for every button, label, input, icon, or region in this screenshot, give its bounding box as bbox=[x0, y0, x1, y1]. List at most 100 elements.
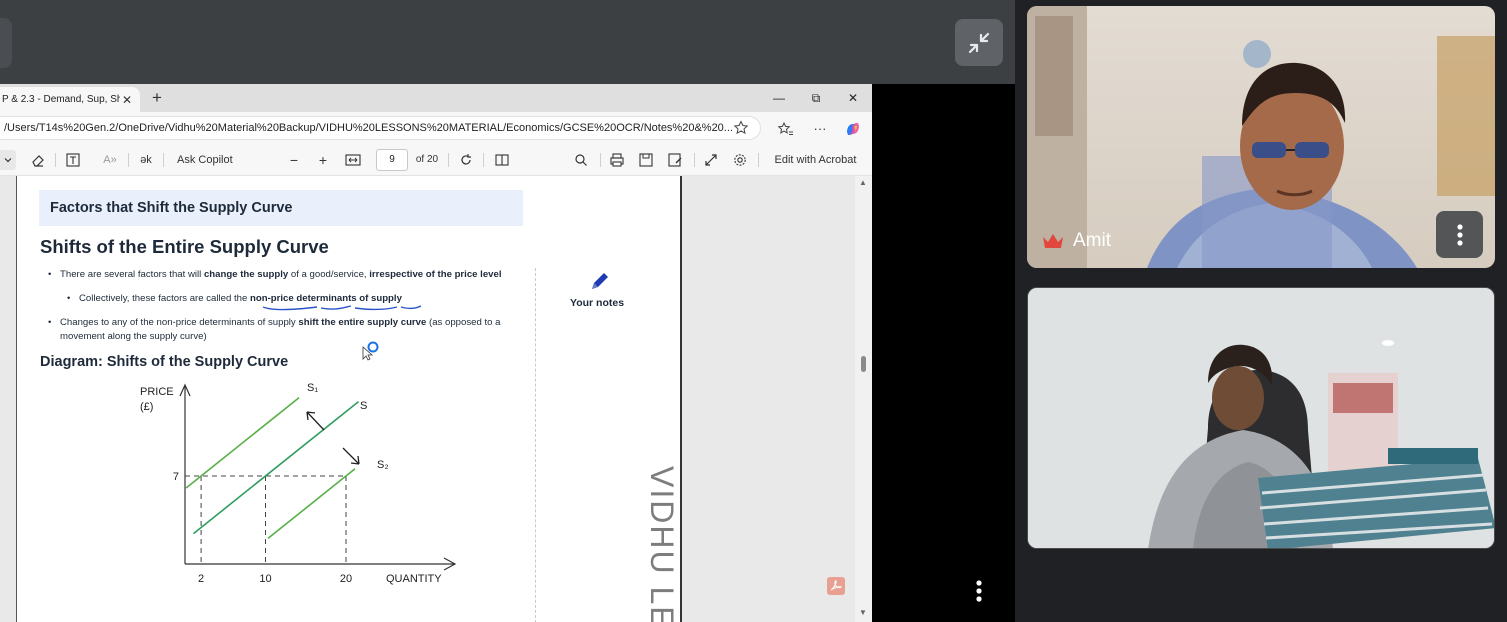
toolbar-separator bbox=[483, 153, 484, 167]
bullet-2-bold: shift the entire supply curve bbox=[298, 317, 427, 328]
save-icon[interactable] bbox=[638, 151, 654, 169]
supply-line-s1 bbox=[185, 396, 300, 489]
favorites-icon[interactable] bbox=[776, 120, 794, 138]
participant-tile-amit[interactable]: Amit bbox=[1027, 6, 1495, 268]
address-bar-row: /Users/T14s%20Gen.2/OneDrive/Vidhu%20Mat… bbox=[0, 112, 872, 144]
share-more-options-button[interactable] bbox=[971, 578, 987, 604]
eraser-icon[interactable] bbox=[30, 151, 46, 169]
ask-copilot-button[interactable]: Ask Copilot bbox=[177, 151, 247, 169]
tab-close-icon[interactable]: ✕ bbox=[120, 93, 134, 107]
handwritten-underline bbox=[262, 305, 422, 311]
zoom-in-button[interactable]: + bbox=[315, 151, 331, 169]
vertical-scrollbar[interactable]: ▲ ▼ bbox=[855, 176, 872, 622]
supply-line-s bbox=[193, 400, 359, 535]
minimize-button[interactable]: — bbox=[769, 88, 789, 108]
diagram-heading: Diagram: Shifts of the Supply Curve bbox=[40, 354, 289, 370]
zoom-out-button[interactable]: − bbox=[286, 151, 302, 169]
x-tick-label: 10 bbox=[259, 573, 271, 585]
notes-divider bbox=[535, 268, 536, 622]
fullscreen-icon[interactable] bbox=[703, 151, 719, 169]
search-icon[interactable] bbox=[573, 151, 589, 169]
gear-icon[interactable] bbox=[732, 151, 748, 169]
toolbar-separator bbox=[55, 153, 56, 167]
chart-layer: PRICE (£) QUANTITY 2 10 20 7 S₁ S S₂ bbox=[140, 382, 457, 585]
y-axis-unit-label: (£) bbox=[140, 401, 153, 413]
bullet-1-bold-b: irrespective of the price level bbox=[369, 269, 502, 280]
more-vert-icon bbox=[1456, 223, 1463, 246]
read-aloud-icon[interactable]: A» bbox=[101, 151, 119, 169]
x-axis-label: QUANTITY bbox=[386, 573, 442, 585]
favorite-star-icon[interactable] bbox=[733, 120, 749, 136]
y-axis-label: PRICE bbox=[140, 386, 174, 398]
page-total: of 20 bbox=[415, 154, 439, 165]
participant-tile-student[interactable] bbox=[1027, 287, 1495, 549]
shift-right-arrow bbox=[342, 447, 360, 465]
meeting-window: P & 2.3 - Demand, Sup, Shift ✕ + — ⧉ ✕ /… bbox=[0, 0, 1507, 622]
series-label-s1: S₁ bbox=[307, 382, 318, 394]
acrobat-icon[interactable] bbox=[826, 576, 846, 596]
toolbar-separator bbox=[163, 153, 164, 167]
participant-more-button[interactable] bbox=[1436, 211, 1483, 258]
browser-tab[interactable]: P & 2.3 - Demand, Sup, Shift ✕ bbox=[0, 87, 140, 112]
page-title: Shifts of the Entire Supply Curve bbox=[40, 236, 329, 257]
page-view-icon[interactable] bbox=[494, 151, 510, 169]
x-tick-label: 20 bbox=[340, 573, 352, 585]
pdf-viewer: Factors that Shift the Supply Curve Shif… bbox=[0, 176, 872, 622]
participant-name: Amit bbox=[1073, 230, 1111, 251]
fit-width-icon[interactable] bbox=[344, 151, 362, 169]
bullet-1: There are several factors that will chan… bbox=[48, 268, 530, 282]
tab-title: P & 2.3 - Demand, Sup, Shift bbox=[2, 94, 120, 105]
translate-icon[interactable]: ək bbox=[137, 151, 155, 169]
toolbar-separator bbox=[758, 153, 759, 167]
series-label-s2: S₂ bbox=[377, 459, 389, 471]
toolbar-separator bbox=[694, 153, 695, 167]
collapse-button[interactable] bbox=[955, 19, 1003, 66]
bullet-2: Changes to any of the non-price determin… bbox=[48, 316, 530, 344]
y-tick-label: 7 bbox=[173, 471, 179, 483]
tab-strip: P & 2.3 - Demand, Sup, Shift ✕ + — ⧉ ✕ bbox=[0, 84, 872, 112]
scroll-up-icon[interactable]: ▲ bbox=[858, 178, 868, 188]
scrollbar-thumb[interactable] bbox=[861, 356, 866, 372]
bullet-1-text-b: of a good/service, bbox=[288, 269, 370, 280]
draw-dropdown-button[interactable] bbox=[0, 150, 16, 170]
shared-browser-window: P & 2.3 - Demand, Sup, Shift ✕ + — ⧉ ✕ /… bbox=[0, 84, 872, 622]
more-vert-icon bbox=[976, 580, 982, 602]
participant-name-tag: Amit bbox=[1041, 230, 1111, 252]
toolbar-separator bbox=[600, 153, 601, 167]
url-text: /Users/T14s%20Gen.2/OneDrive/Vidhu%20Mat… bbox=[4, 122, 733, 134]
copilot-icon[interactable] bbox=[844, 120, 862, 138]
page-number-input[interactable]: 9 bbox=[376, 149, 408, 171]
share-letterbox bbox=[872, 84, 1015, 622]
participant-video-student bbox=[1028, 288, 1494, 548]
watermark: VIDHU LE bbox=[644, 466, 680, 622]
edit-with-acrobat-button[interactable]: Edit with Acrobat bbox=[768, 151, 863, 169]
text-box-icon[interactable] bbox=[65, 151, 81, 169]
bullet-2-text-b: (as opposed to a bbox=[426, 317, 501, 328]
participant-video-amit bbox=[1027, 6, 1495, 268]
bullet-2-text-c: movement along the supply curve) bbox=[60, 331, 207, 342]
supply-shift-chart: PRICE (£) QUANTITY 2 10 20 7 S₁ S S₂ bbox=[140, 382, 457, 585]
supply-line-s2 bbox=[267, 468, 356, 540]
bullet-2-text-a: Changes to any of the non-price determin… bbox=[60, 317, 299, 328]
section-heading: Factors that Shift the Supply Curve bbox=[39, 190, 523, 226]
print-icon[interactable] bbox=[609, 151, 625, 169]
url-field[interactable]: /Users/T14s%20Gen.2/OneDrive/Vidhu%20Mat… bbox=[0, 116, 761, 140]
rotate-icon[interactable] bbox=[458, 151, 474, 169]
close-button[interactable]: ✕ bbox=[843, 88, 863, 108]
share-side-tab[interactable] bbox=[0, 18, 12, 68]
save-as-icon[interactable] bbox=[667, 151, 683, 169]
collapse-icon bbox=[968, 32, 990, 53]
watermark-text: VIDHU LE bbox=[644, 466, 680, 622]
pencil-icon bbox=[592, 273, 608, 289]
bullet-1-text-a: There are several factors that will bbox=[60, 269, 204, 280]
crown-icon bbox=[1043, 234, 1063, 248]
restore-button[interactable]: ⧉ bbox=[806, 88, 826, 108]
chevron-down-icon bbox=[4, 158, 12, 163]
scroll-down-icon[interactable]: ▼ bbox=[858, 608, 868, 618]
series-label-s: S bbox=[360, 400, 367, 412]
shift-left-arrow bbox=[306, 411, 325, 431]
toolbar-separator bbox=[448, 153, 449, 167]
cursor-icon bbox=[362, 341, 379, 361]
more-options-icon[interactable]: ··· bbox=[811, 120, 829, 138]
new-tab-button[interactable]: + bbox=[148, 88, 166, 108]
